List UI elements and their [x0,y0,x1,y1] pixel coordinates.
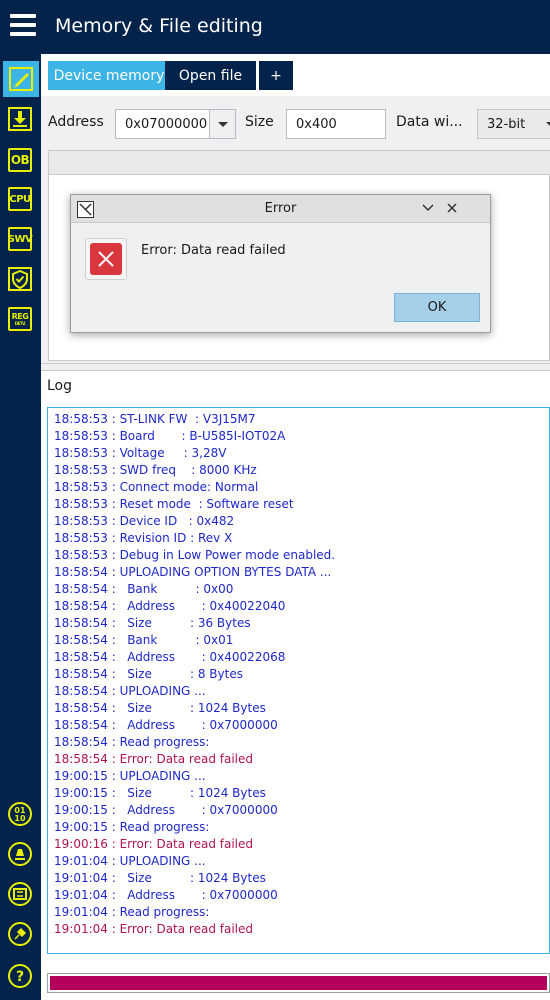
memory-table-header [49,151,550,175]
plugin-nav-button[interactable] [6,920,34,948]
cpu-icon: CPU [8,187,32,211]
progress-bar [47,973,550,993]
registers-icon-sublabel: DETV. [14,320,26,326]
ecc-icon [8,882,32,906]
log-line: 18:58:54 : Size : 8 Bytes [54,667,243,681]
registers-icon: REG DETV. [8,307,32,331]
hamburger-menu-icon[interactable] [10,14,36,36]
log-line: 18:58:53 : Revision ID : Rev X [54,531,233,545]
size-input[interactable]: 0x400 [286,109,386,139]
size-value: 0x400 [296,116,337,132]
svg-text:?: ? [16,969,24,985]
log-line: 18:58:54 : Bank : 0x00 [54,582,234,596]
log-line: 19:01:04 : Address : 0x7000000 [54,888,278,902]
download-icon [8,107,32,131]
ecc-nav-button[interactable] [6,880,34,908]
close-icon[interactable] [444,200,460,216]
log-line: 18:58:54 : Address : 0x40022068 [54,650,286,664]
log-line: 19:01:04 : Read progress: [54,905,210,919]
error-x-icon [85,238,127,280]
binary-icon: 01 10 [8,802,32,826]
chevron-down-icon[interactable] [420,200,436,216]
log-line: 19:00:15 : Address : 0x7000000 [54,803,278,817]
page-title: Memory & File editing [55,15,263,37]
progress-bar-fill [50,976,547,990]
header-bar: Memory & File editing [41,0,550,54]
log-line: 18:58:53 : Reset mode : Software reset [54,497,294,511]
address-value: 0x07000000 [125,116,208,132]
help-icon: ? [8,964,32,988]
help-nav-button[interactable]: ? [6,962,34,990]
log-line: 18:58:54 : Read progress: [54,735,210,749]
tab-device-memory[interactable]: Device memory [48,61,170,90]
tab-open-file[interactable]: Open file [165,61,256,90]
log-line: 18:58:53 : Connect mode: Normal [54,480,259,494]
log-line: 18:58:53 : Voltage : 3,28V [54,446,227,460]
log-line: 18:58:54 : UPLOADING OPTION BYTES DATA .… [54,565,332,579]
log-title: Log [47,378,73,394]
chevron-down-icon [217,121,228,127]
tab-bar: Device memory Open file + [41,54,550,96]
beta-nav-button[interactable] [6,840,34,868]
error-dialog: Error Error: Data read failed OK [70,194,491,333]
left-navigation-rail: OB CPU SWV REG DETV. 01 10 ? [0,0,41,1000]
address-dropdown-button[interactable] [209,110,235,138]
log-line: 19:00:15 : Size : 1024 Bytes [54,786,266,800]
dialog-titlebar[interactable]: Error [71,195,490,223]
log-output[interactable]: 18:58:53 : ST-LINK FW : V3J15M7 18:58:53 … [47,407,550,954]
chevron-down-icon [546,122,550,127]
edit-icon [9,67,33,91]
add-tab-button[interactable]: + [259,61,293,90]
registers-icon-label: REG [11,311,29,321]
log-line: 18:58:54 : Bank : 0x01 [54,633,234,647]
option-bytes-nav-button[interactable]: OB [6,146,34,174]
ok-button[interactable]: OK [394,293,480,322]
security-shield-icon [8,267,32,291]
log-line: 18:58:53 : ST-LINK FW : V3J15M7 [54,412,256,426]
log-line: 19:01:04 : Size : 1024 Bytes [54,871,266,885]
log-line-error: 19:00:16 : Error: Data read failed [54,837,254,851]
log-line: 18:58:53 : SWD freq : 8000 KHz [54,463,257,477]
beta-icon [8,842,32,866]
svg-text:10: 10 [14,814,26,823]
log-line-error: 19:01:04 : Error: Data read failed [54,922,254,936]
data-width-select[interactable]: 32-bit [477,109,550,139]
data-width-value: 32-bit [487,116,526,132]
cpu-nav-button[interactable]: CPU [6,185,34,213]
log-line: 19:01:04 : UPLOADING ... [54,854,206,868]
erase-programming-nav-button[interactable] [6,105,34,133]
address-toolbar: Address 0x07000000 Size 0x400 Data wi...… [41,96,550,148]
log-line: 18:58:54 : Address : 0x40022040 [54,599,286,613]
security-nav-button[interactable] [6,265,34,293]
log-line: 18:58:54 : UPLOADING ... [54,684,206,698]
log-line: 18:58:54 : Address : 0x7000000 [54,718,278,732]
swv-icon: SWV [8,227,33,251]
data-width-label: Data wi... [396,114,463,130]
size-label: Size [245,114,274,130]
log-line: 19:00:15 : UPLOADING ... [54,769,206,783]
registers-nav-button[interactable]: REG DETV. [6,305,34,333]
log-line: 18:58:54 : Size : 1024 Bytes [54,701,266,715]
address-combobox[interactable]: 0x07000000 [115,109,236,139]
log-line: 18:58:53 : Device ID : 0x482 [54,514,235,528]
plugin-icon [8,922,32,946]
panel-splitter[interactable] [41,363,550,371]
swv-nav-button[interactable]: SWV [6,225,34,253]
memory-editing-nav-button[interactable] [3,61,39,97]
address-label: Address [48,114,104,130]
log-line: 18:58:53 : Board : B-U585I-IOT02A [54,429,286,443]
log-line-error: 18:58:54 : Error: Data read failed [54,752,254,766]
option-bytes-icon: OB [8,148,32,172]
log-line: 18:58:54 : Size : 36 Bytes [54,616,251,630]
log-line: 18:58:53 : Debug in Low Power mode enabl… [54,548,336,562]
binary-nav-button[interactable]: 01 10 [6,800,34,828]
dialog-message: Error: Data read failed [141,243,286,258]
log-line: 19:00:15 : Read progress: [54,820,210,834]
